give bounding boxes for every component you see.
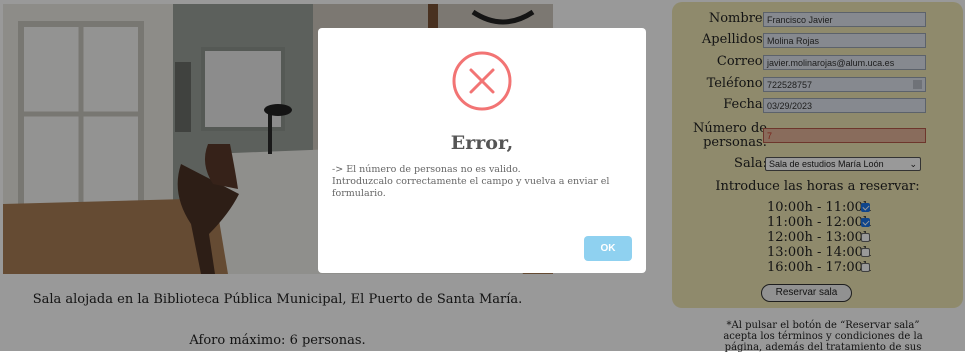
dialog-message: -> El número de personas no es valido. I… bbox=[332, 164, 622, 200]
error-dialog: Error, -> El número de personas no es va… bbox=[318, 28, 646, 273]
dialog-title: Error, bbox=[450, 132, 514, 154]
error-x-circle-icon bbox=[452, 51, 512, 111]
dialog-message-line1: -> El número de personas no es valido. bbox=[332, 164, 521, 175]
ok-button[interactable]: OK bbox=[584, 236, 632, 261]
dialog-message-line2: Introduzcalo correctamente el campo y vu… bbox=[332, 176, 610, 199]
